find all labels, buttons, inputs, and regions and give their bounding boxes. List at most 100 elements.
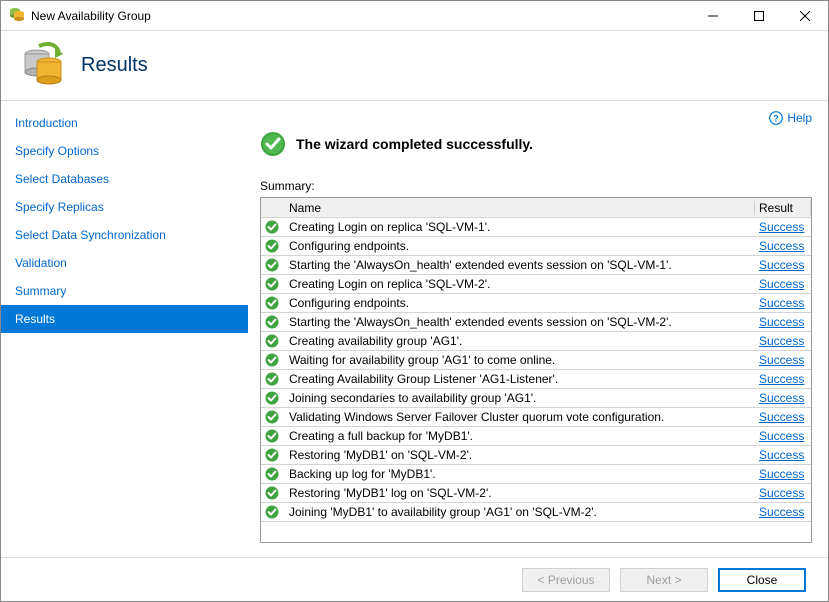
titlebar: New Availability Group — [1, 1, 828, 31]
status-message: The wizard completed successfully. — [296, 136, 533, 152]
row-name: Waiting for availability group 'AG1' to … — [283, 353, 755, 367]
table-header: Name Result — [261, 198, 811, 218]
row-result-link[interactable]: Success — [755, 277, 811, 291]
sidebar-item[interactable]: Summary — [1, 277, 248, 305]
wizard-sidebar: IntroductionSpecify OptionsSelect Databa… — [1, 101, 248, 557]
row-name: Restoring 'MyDB1' on 'SQL-VM-2'. — [283, 448, 755, 462]
row-name: Backing up log for 'MyDB1'. — [283, 467, 755, 481]
table-row: Joining 'MyDB1' to availability group 'A… — [261, 503, 811, 522]
sidebar-item[interactable]: Validation — [1, 249, 248, 277]
table-row: Waiting for availability group 'AG1' to … — [261, 351, 811, 370]
row-name: Creating a full backup for 'MyDB1'. — [283, 429, 755, 443]
row-status-icon — [261, 277, 283, 291]
row-result-link[interactable]: Success — [755, 296, 811, 310]
row-status-icon — [261, 486, 283, 500]
page-title: Results — [81, 54, 148, 77]
row-result-link[interactable]: Success — [755, 315, 811, 329]
row-name: Validating Windows Server Failover Clust… — [283, 410, 755, 424]
row-result-link[interactable]: Success — [755, 486, 811, 500]
row-result-link[interactable]: Success — [755, 220, 811, 234]
table-row: Creating Login on replica 'SQL-VM-2'.Suc… — [261, 275, 811, 294]
table-row: Creating Availability Group Listener 'AG… — [261, 370, 811, 389]
wizard-footer: < Previous Next > Close — [1, 557, 828, 601]
row-result-link[interactable]: Success — [755, 429, 811, 443]
summary-label: Summary: — [260, 179, 812, 193]
row-name: Restoring 'MyDB1' log on 'SQL-VM-2'. — [283, 486, 755, 500]
sidebar-item[interactable]: Specify Options — [1, 137, 248, 165]
row-status-icon — [261, 353, 283, 367]
row-status-icon — [261, 448, 283, 462]
row-status-icon — [261, 258, 283, 272]
row-status-icon — [261, 220, 283, 234]
row-result-link[interactable]: Success — [755, 334, 811, 348]
table-row: Starting the 'AlwaysOn_health' extended … — [261, 313, 811, 332]
row-status-icon — [261, 429, 283, 443]
previous-button: < Previous — [522, 568, 610, 592]
table-row: Validating Windows Server Failover Clust… — [261, 408, 811, 427]
sidebar-item[interactable]: Select Databases — [1, 165, 248, 193]
row-name: Starting the 'AlwaysOn_health' extended … — [283, 258, 755, 272]
window-title: New Availability Group — [31, 9, 690, 23]
table-row: Joining secondaries to availability grou… — [261, 389, 811, 408]
dialog-window: New Availability Group — [0, 0, 829, 602]
row-result-link[interactable]: Success — [755, 258, 811, 272]
table-row: Configuring endpoints.Success — [261, 294, 811, 313]
col-header-result[interactable]: Result — [755, 201, 811, 215]
row-name: Joining secondaries to availability grou… — [283, 391, 755, 405]
row-result-link[interactable]: Success — [755, 372, 811, 386]
maximize-button[interactable] — [736, 1, 782, 30]
row-status-icon — [261, 467, 283, 481]
row-result-link[interactable]: Success — [755, 448, 811, 462]
help-label: Help — [787, 111, 812, 125]
row-status-icon — [261, 315, 283, 329]
row-status-icon — [261, 505, 283, 519]
row-result-link[interactable]: Success — [755, 410, 811, 424]
row-result-link[interactable]: Success — [755, 353, 811, 367]
row-status-icon — [261, 372, 283, 386]
row-name: Joining 'MyDB1' to availability group 'A… — [283, 505, 755, 519]
col-header-name[interactable]: Name — [283, 201, 755, 215]
sidebar-item[interactable]: Results — [1, 305, 248, 333]
row-status-icon — [261, 239, 283, 253]
sidebar-item[interactable]: Introduction — [1, 109, 248, 137]
table-row: Starting the 'AlwaysOn_health' extended … — [261, 256, 811, 275]
row-name: Creating Login on replica 'SQL-VM-2'. — [283, 277, 755, 291]
sidebar-item[interactable]: Select Data Synchronization — [1, 221, 248, 249]
table-row: Creating availability group 'AG1'.Succes… — [261, 332, 811, 351]
summary-table: Name Result Creating Login on replica 'S… — [260, 197, 812, 543]
row-result-link[interactable]: Success — [755, 239, 811, 253]
row-name: Creating Login on replica 'SQL-VM-1'. — [283, 220, 755, 234]
row-status-icon — [261, 296, 283, 310]
table-row: Creating a full backup for 'MyDB1'.Succe… — [261, 427, 811, 446]
header-icon — [19, 40, 67, 91]
table-row: Restoring 'MyDB1' on 'SQL-VM-2'.Success — [261, 446, 811, 465]
row-name: Creating Availability Group Listener 'AG… — [283, 372, 755, 386]
table-row: Backing up log for 'MyDB1'.Success — [261, 465, 811, 484]
row-result-link[interactable]: Success — [755, 505, 811, 519]
app-icon — [9, 6, 25, 25]
next-button: Next > — [620, 568, 708, 592]
table-row: Creating Login on replica 'SQL-VM-1'.Suc… — [261, 218, 811, 237]
help-icon: ? — [769, 111, 783, 125]
help-link[interactable]: ? Help — [769, 111, 812, 125]
row-name: Configuring endpoints. — [283, 296, 755, 310]
status-row: The wizard completed successfully. — [260, 131, 812, 157]
table-row: Restoring 'MyDB1' log on 'SQL-VM-2'.Succ… — [261, 484, 811, 503]
page-header: Results — [1, 31, 828, 101]
row-result-link[interactable]: Success — [755, 467, 811, 481]
sidebar-item[interactable]: Specify Replicas — [1, 193, 248, 221]
row-name: Configuring endpoints. — [283, 239, 755, 253]
row-status-icon — [261, 334, 283, 348]
row-name: Starting the 'AlwaysOn_health' extended … — [283, 315, 755, 329]
row-status-icon — [261, 410, 283, 424]
table-row: Configuring endpoints.Success — [261, 237, 811, 256]
row-name: Creating availability group 'AG1'. — [283, 334, 755, 348]
window-controls — [690, 1, 828, 30]
row-result-link[interactable]: Success — [755, 391, 811, 405]
main-panel: ? Help The wizard completed successfully… — [248, 101, 828, 557]
success-icon — [260, 131, 286, 157]
close-wizard-button[interactable]: Close — [718, 568, 806, 592]
row-status-icon — [261, 391, 283, 405]
minimize-button[interactable] — [690, 1, 736, 30]
close-button[interactable] — [782, 1, 828, 30]
